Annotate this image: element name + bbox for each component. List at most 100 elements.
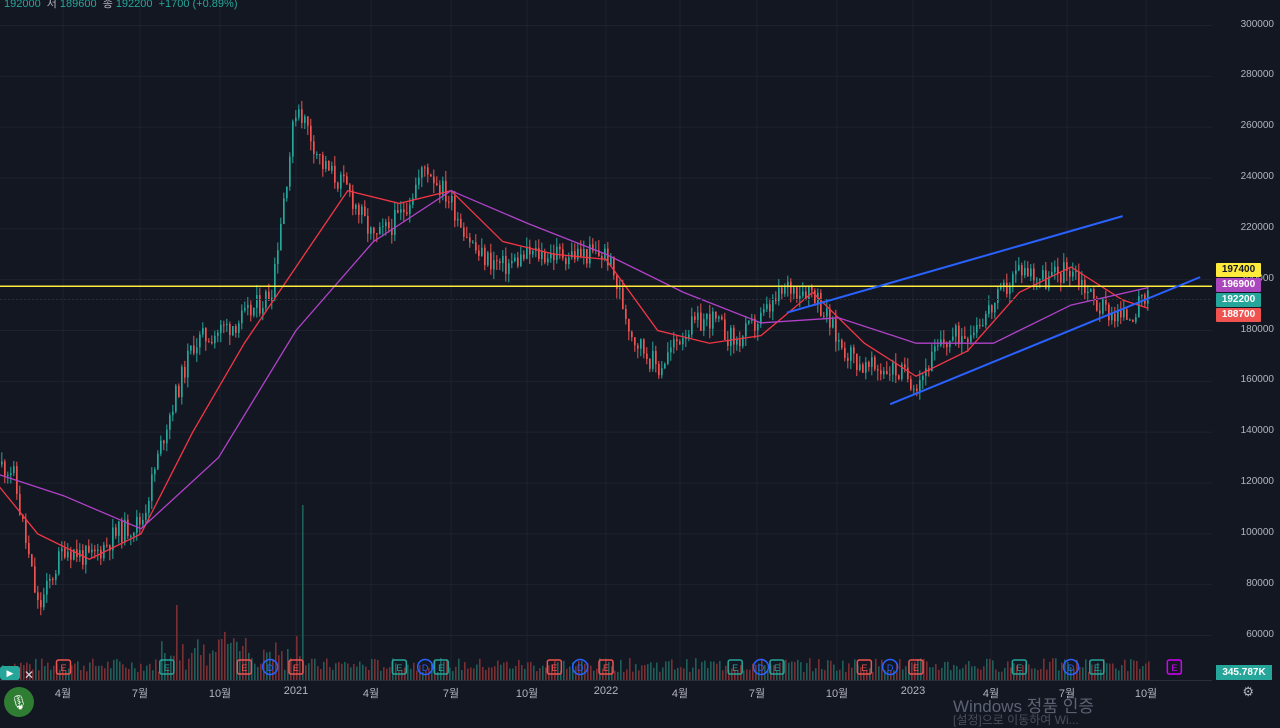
- candle-body: [886, 371, 888, 375]
- candle-body: [61, 548, 63, 552]
- volume-bar: [932, 667, 934, 680]
- volume-bar: [824, 670, 826, 680]
- candle-body: [859, 364, 861, 371]
- candle-body: [325, 160, 327, 170]
- candle-body: [214, 335, 216, 344]
- volume-bar: [854, 659, 856, 680]
- candle-body: [1003, 282, 1005, 286]
- volume-bar: [1007, 661, 1009, 680]
- volume-bar: [614, 670, 616, 680]
- volume-bar: [281, 651, 283, 680]
- candle-body: [295, 117, 297, 122]
- volume-bar: [677, 667, 679, 680]
- candle-body: [934, 346, 936, 352]
- volume-bar: [476, 664, 478, 680]
- price-chart[interactable]: EEEDEEDEEDEEDEEDEEDEE: [0, 0, 1280, 721]
- volume-bar: [683, 668, 685, 680]
- candle-body: [880, 370, 882, 375]
- volume-bar: [197, 639, 199, 680]
- volume-bar: [1136, 660, 1138, 680]
- volume-bar: [323, 661, 325, 680]
- volume-bar: [467, 668, 469, 680]
- candle-body: [148, 500, 150, 513]
- volume-bar: [1079, 667, 1081, 680]
- candle-body: [748, 320, 750, 324]
- candle-body: [451, 195, 453, 203]
- volume-bar: [716, 663, 718, 680]
- candle-body: [133, 532, 135, 536]
- candle-body: [202, 328, 204, 335]
- volume-bar: [689, 671, 691, 680]
- candle-body: [547, 258, 549, 263]
- candle-body: [256, 295, 258, 308]
- candle-body: [622, 288, 624, 309]
- candle-body: [493, 260, 495, 270]
- candle-body: [763, 309, 765, 313]
- candle-body: [13, 466, 15, 474]
- candle-body: [310, 125, 312, 142]
- volume-bar: [200, 655, 202, 680]
- candle-body: [964, 336, 966, 339]
- candle-body: [526, 246, 528, 259]
- volume-bar: [125, 667, 127, 680]
- microphone-icon[interactable]: 🎙: [4, 687, 34, 717]
- x-tick-label: 4월: [671, 688, 689, 700]
- candle-body: [277, 250, 279, 265]
- volume-bar: [230, 642, 232, 680]
- candle-body: [130, 535, 132, 537]
- candle-body: [1099, 310, 1101, 314]
- legend-low: 189600: [59, 0, 97, 10]
- volume-bar: [545, 667, 547, 680]
- candle-body: [175, 385, 177, 412]
- candle-body: [388, 222, 390, 229]
- candle-body: [7, 474, 9, 476]
- volume-bar: [815, 668, 817, 680]
- candle-body: [298, 109, 300, 118]
- candle-body: [121, 521, 123, 543]
- candle-body: [916, 388, 918, 391]
- volume-bar: [968, 661, 970, 680]
- volume-bar: [746, 669, 748, 680]
- volume-bar: [215, 651, 217, 680]
- candle-body: [766, 304, 768, 310]
- volume-bar: [935, 664, 937, 680]
- y-tick-label: 260000: [1240, 120, 1274, 132]
- volume-bar: [878, 666, 880, 680]
- volume-bar: [107, 661, 109, 680]
- candle-body: [397, 210, 399, 213]
- candle-body: [52, 579, 54, 581]
- volume-bar: [566, 668, 568, 680]
- volume-bar: [1037, 670, 1039, 680]
- volume-bar: [626, 669, 628, 680]
- volume-bar: [818, 659, 820, 680]
- volume-bar: [536, 671, 538, 680]
- candle-body: [670, 347, 672, 353]
- candle-body: [661, 368, 663, 376]
- volume-bar: [1091, 664, 1093, 680]
- candle-body: [988, 305, 990, 314]
- x-tick-label: 7월: [131, 688, 149, 700]
- candle-body: [1096, 298, 1098, 311]
- candle-body: [889, 374, 891, 376]
- candle-body: [559, 246, 561, 250]
- volume-bar: [335, 663, 337, 680]
- close-icon[interactable]: ✕: [24, 668, 34, 682]
- volume-bar: [722, 670, 724, 680]
- volume-bar: [1085, 659, 1087, 680]
- candle-body: [94, 549, 96, 552]
- candle-body: [823, 315, 825, 317]
- volume-bar: [1001, 671, 1003, 680]
- recorder-widget[interactable]: ▶ ✕ 🎙: [0, 666, 50, 721]
- volume-bar: [80, 670, 82, 680]
- volume-bar: [833, 664, 835, 680]
- legend-change: +1700 (+0.89%): [158, 0, 238, 10]
- candle-body: [802, 291, 804, 296]
- volume-bar: [533, 665, 535, 680]
- volume-bar: [1124, 659, 1126, 680]
- settings-gear-icon[interactable]: ⚙: [1242, 684, 1254, 700]
- volume-bar: [1043, 658, 1045, 680]
- candle-body: [1, 461, 3, 465]
- candle-body: [283, 198, 285, 224]
- volume-bar: [182, 644, 184, 680]
- candle-body: [238, 323, 240, 333]
